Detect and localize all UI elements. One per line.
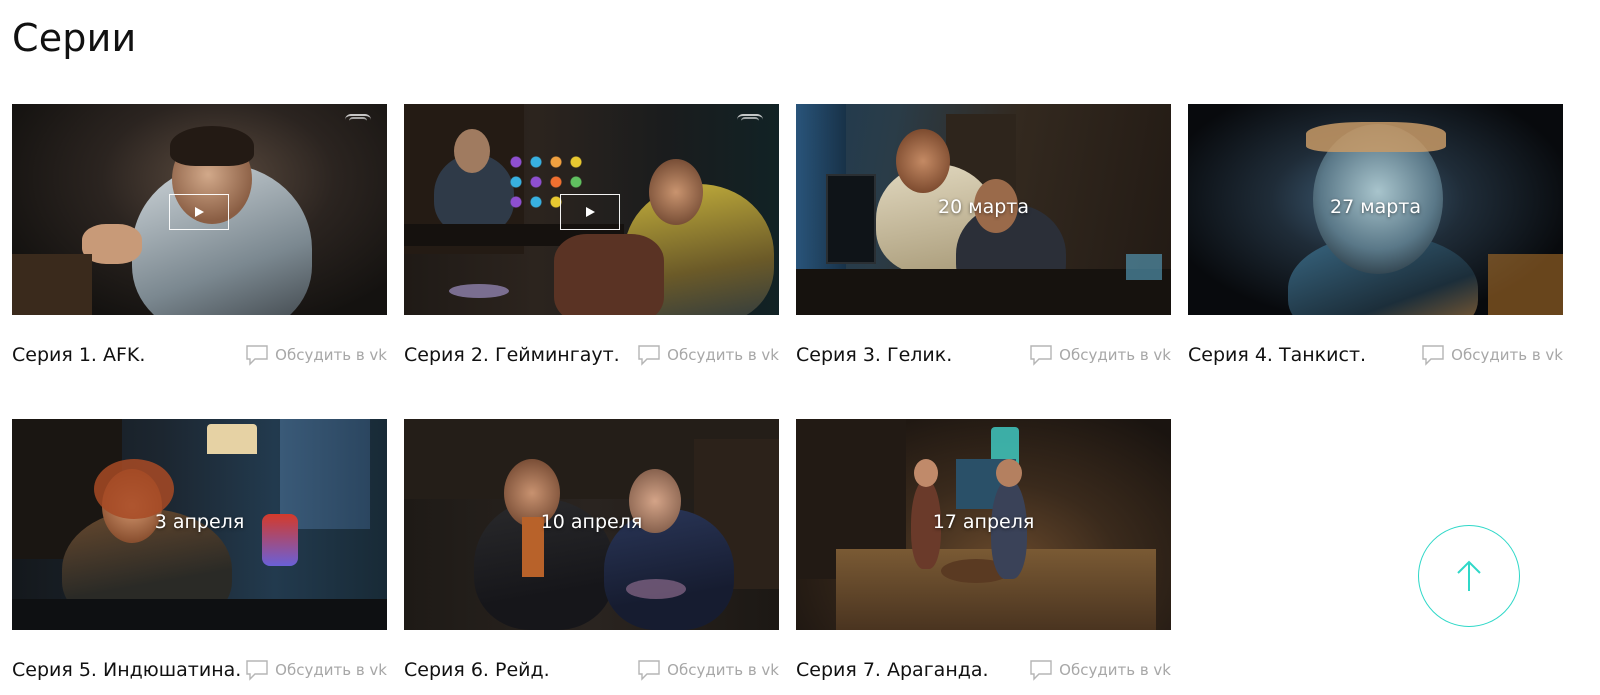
discuss-label: Обсудить в vk	[275, 661, 387, 679]
release-date: 17 апреля	[932, 511, 1035, 533]
episode-meta: Серия 7. Араганда. Обсудить в vk	[796, 650, 1171, 690]
episode-meta: Серия 4. Танкист. Обсудить в vk	[1188, 335, 1563, 375]
episode-thumbnail[interactable]: 27 марта	[1188, 104, 1563, 315]
comment-bubble-icon	[246, 660, 268, 681]
discuss-vk-link[interactable]: Обсудить в vk	[637, 344, 779, 366]
discuss-label: Обсудить в vk	[1451, 346, 1563, 364]
episode-thumbnail[interactable]	[12, 104, 387, 315]
discuss-vk-link[interactable]: Обсудить в vk	[245, 659, 387, 681]
play-button[interactable]	[560, 194, 620, 230]
channel-logo	[345, 114, 371, 123]
discuss-label: Обсудить в vk	[275, 346, 387, 364]
episode-card: 10 апреля Серия 6. Рейд. Обсудить в vk	[404, 419, 779, 690]
episode-meta: Серия 6. Рейд. Обсудить в vk	[404, 650, 779, 690]
episode-thumbnail[interactable]: 20 марта	[796, 104, 1171, 315]
episode-title[interactable]: Серия 6. Рейд.	[404, 659, 550, 681]
discuss-label: Обсудить в vk	[667, 346, 779, 364]
play-button[interactable]	[169, 194, 229, 230]
episode-meta: Серия 3. Гелик. Обсудить в vk	[796, 335, 1171, 375]
episode-title[interactable]: Серия 4. Танкист.	[1188, 344, 1366, 366]
play-icon	[586, 207, 595, 217]
discuss-label: Обсудить в vk	[1059, 661, 1171, 679]
episode-card: Серия 2. Геймингаут. Обсудить в vk	[404, 104, 779, 375]
channel-logo	[737, 114, 763, 123]
scroll-to-top-button[interactable]	[1418, 525, 1520, 627]
play-icon	[195, 207, 204, 217]
episode-meta: Серия 1. AFK. Обсудить в vk	[12, 335, 387, 375]
release-date: 20 марта	[938, 196, 1029, 218]
release-date: 10 апреля	[540, 511, 643, 533]
episode-thumbnail[interactable]: 3 апреля	[12, 419, 387, 630]
discuss-vk-link[interactable]: Обсудить в vk	[1029, 344, 1171, 366]
episode-card: 20 марта Серия 3. Гелик. Обсудить в vk	[796, 104, 1171, 375]
release-date: 27 марта	[1330, 196, 1421, 218]
episode-meta: Серия 2. Геймингаут. Обсудить в vk	[404, 335, 779, 375]
discuss-label: Обсудить в vk	[1059, 346, 1171, 364]
discuss-vk-link[interactable]: Обсудить в vk	[1029, 659, 1171, 681]
episode-card: Серия 1. AFK. Обсудить в vk	[12, 104, 387, 375]
episode-meta: Серия 5. Индюшатина. Обсудить в vk	[12, 650, 387, 690]
comment-bubble-icon	[1422, 345, 1444, 366]
episode-card: 27 марта Серия 4. Танкист. Обсудить в vk	[1188, 104, 1563, 375]
comment-bubble-icon	[1030, 660, 1052, 681]
episode-thumbnail[interactable]: 17 апреля	[796, 419, 1171, 630]
episode-card: 3 апреля Серия 5. Индюшатина. Обсудить в…	[12, 419, 387, 690]
episode-title[interactable]: Серия 1. AFK.	[12, 344, 145, 366]
comment-bubble-icon	[638, 660, 660, 681]
section-title: Серии	[12, 16, 137, 60]
release-date: 3 апреля	[154, 511, 245, 533]
discuss-label: Обсудить в vk	[667, 661, 779, 679]
episode-card: 17 апреля Серия 7. Араганда. Обсудить в …	[796, 419, 1171, 690]
series-page: Серии Серия 1. AFK. Обсудить в vk Серия …	[0, 0, 1600, 695]
arrow-up-icon	[1457, 560, 1481, 591]
episode-title[interactable]: Серия 7. Араганда.	[796, 659, 989, 681]
comment-bubble-icon	[1030, 345, 1052, 366]
episode-title[interactable]: Серия 5. Индюшатина.	[12, 659, 241, 681]
comment-bubble-icon	[246, 345, 268, 366]
episode-title[interactable]: Серия 3. Гелик.	[796, 344, 952, 366]
episode-title[interactable]: Серия 2. Геймингаут.	[404, 344, 620, 366]
episode-thumbnail[interactable]: 10 апреля	[404, 419, 779, 630]
comment-bubble-icon	[638, 345, 660, 366]
episode-thumbnail[interactable]	[404, 104, 779, 315]
discuss-vk-link[interactable]: Обсудить в vk	[1421, 344, 1563, 366]
discuss-vk-link[interactable]: Обсудить в vk	[637, 659, 779, 681]
discuss-vk-link[interactable]: Обсудить в vk	[245, 344, 387, 366]
